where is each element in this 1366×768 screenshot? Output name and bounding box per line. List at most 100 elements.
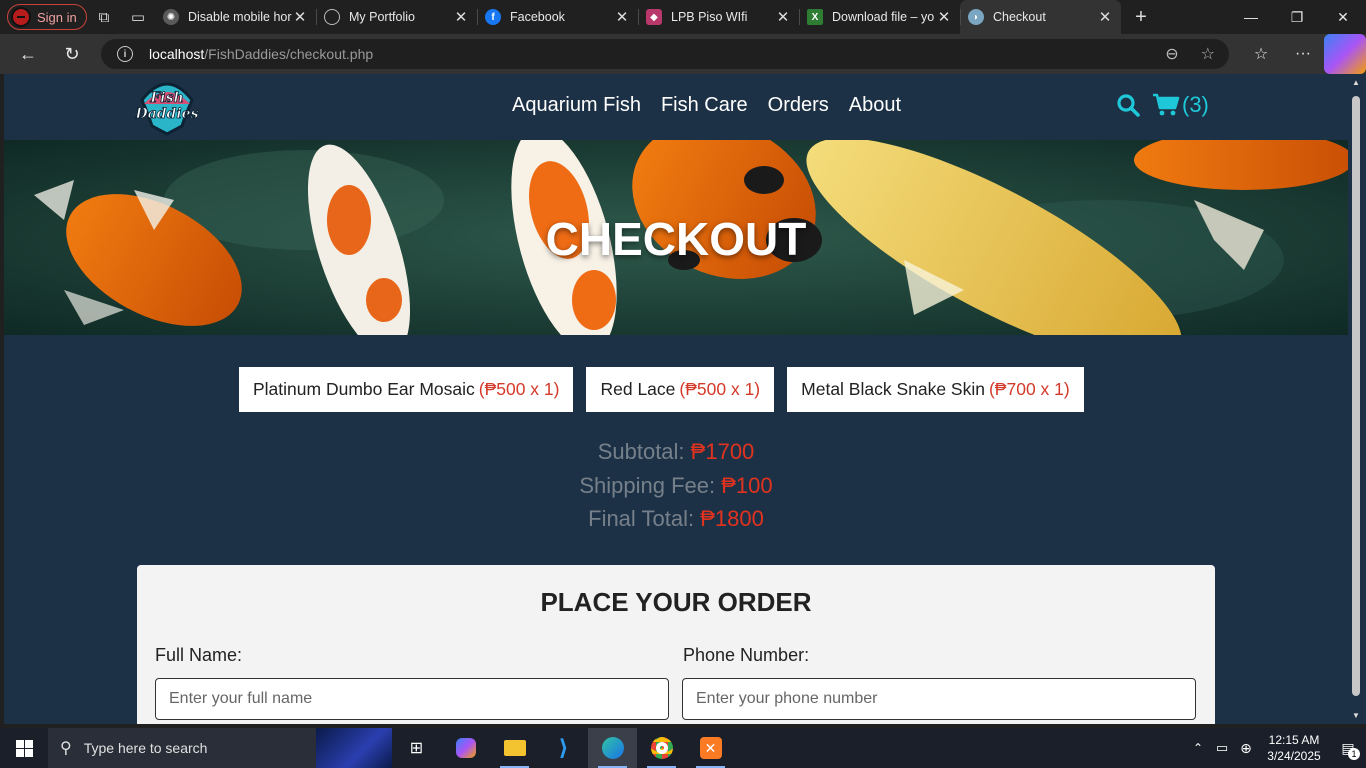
main-nav: Aquarium Fish Fish Care Orders About — [512, 94, 901, 117]
shipping-fee-amount: ₱100 — [721, 473, 773, 498]
fish-daddies-logo[interactable]: Fish Daddies — [134, 74, 200, 136]
subtotal-row: Subtotal: ₱1700 — [4, 439, 1348, 465]
nav-about[interactable]: About — [849, 94, 901, 117]
restore-icon[interactable]: ❐ — [1274, 0, 1320, 34]
copilot-icon[interactable] — [1324, 34, 1366, 74]
browser-toolbar: ← ↻ i localhost/FishDaddies/checkout.php… — [0, 34, 1366, 74]
clock-date: 3/24/2025 — [1267, 749, 1321, 763]
cart-item-price: (₱700 x 1) — [988, 379, 1070, 399]
final-total-row: Final Total: ₱1800 — [4, 506, 1348, 532]
battery-icon[interactable]: ▭ — [1210, 740, 1234, 756]
close-icon[interactable]: ✕ — [292, 8, 308, 26]
cart-item-name: Platinum Dumbo Ear Mosaic — [253, 379, 475, 399]
tab-disable-mobile[interactable]: ✺ Disable mobile hor ✕ — [155, 0, 316, 34]
more-menu-icon[interactable]: ··· — [1282, 34, 1324, 74]
xampp-icon[interactable]: ✕ — [686, 728, 735, 768]
tab-title: Download file – yo — [832, 10, 935, 24]
copilot-app-icon[interactable] — [441, 728, 490, 768]
cart-items-list: Platinum Dumbo Ear Mosaic (₱500 x 1) Red… — [239, 367, 1084, 412]
vscode-icon[interactable]: ⟩ — [539, 728, 588, 768]
facebook-icon: f — [485, 9, 501, 25]
taskbar-clock[interactable]: 12:15 AM 3/24/2025 — [1258, 732, 1330, 764]
windows-taskbar: ⚲ Type here to search ⊞ ⟩ ✕ ⌃ ▭ ⊕ 12:15 … — [0, 728, 1366, 768]
cart-item-name: Red Lace — [600, 379, 676, 399]
profile-signin-button[interactable]: Sign in — [7, 4, 87, 30]
full-name-input[interactable] — [155, 678, 669, 720]
close-icon[interactable]: ✕ — [453, 8, 469, 26]
cart-count: (3) — [1182, 92, 1209, 117]
tab-title: Checkout — [993, 10, 1046, 24]
header-actions: (3) — [1116, 92, 1209, 118]
minimize-icon[interactable]: — — [1228, 0, 1274, 34]
page-title: CHECKOUT — [545, 213, 807, 265]
page-viewport: Fish Daddies Aquarium Fish Fish Care Ord… — [4, 74, 1348, 724]
phone-number-label: Phone Number: — [683, 645, 810, 665]
cart-item-name: Metal Black Snake Skin — [801, 379, 985, 399]
search-icon[interactable] — [1116, 93, 1140, 117]
back-icon[interactable]: ← — [6, 34, 50, 74]
file-explorer-icon[interactable] — [490, 728, 539, 768]
workspaces-icon[interactable]: ⧉ — [87, 0, 121, 34]
chrome-icon[interactable] — [637, 728, 686, 768]
new-tab-button[interactable]: + — [1121, 6, 1161, 29]
system-tray: ⌃ ▭ ⊕ 12:15 AM 3/24/2025 ▤ 1 — [1186, 728, 1366, 768]
scroll-down-icon[interactable]: ▼ — [1352, 711, 1360, 720]
nav-orders[interactable]: Orders — [768, 94, 829, 117]
close-icon[interactable]: ✕ — [775, 8, 791, 26]
taskbar-search-placeholder: Type here to search — [83, 740, 208, 756]
openai-icon: ✺ — [163, 9, 179, 25]
nav-fish-care[interactable]: Fish Care — [661, 94, 748, 117]
shipping-fee-label: Shipping Fee: — [579, 473, 716, 498]
site-header: Fish Daddies Aquarium Fish Fish Care Ord… — [4, 74, 1348, 140]
close-icon[interactable]: ✕ — [1097, 8, 1113, 26]
place-order-form: PLACE YOUR ORDER Full Name: Phone Number… — [137, 565, 1215, 724]
close-window-icon[interactable]: ✕ — [1320, 0, 1366, 34]
tab-my-portfolio[interactable]: My Portfolio ✕ — [316, 0, 477, 34]
window-controls: — ❐ ✕ — [1228, 0, 1366, 34]
cart-item: Platinum Dumbo Ear Mosaic (₱500 x 1) — [239, 367, 574, 412]
cart-icon — [1153, 93, 1180, 116]
scroll-up-icon[interactable]: ▲ — [1352, 78, 1360, 87]
network-globe-icon[interactable]: ⊕ — [1234, 740, 1258, 757]
tab-facebook[interactable]: f Facebook ✕ — [477, 0, 638, 34]
close-icon[interactable]: ✕ — [614, 8, 630, 26]
order-form-title: PLACE YOUR ORDER — [540, 587, 812, 617]
cart-item-price: (₱500 x 1) — [478, 379, 560, 399]
wifi-icon: ◆ — [646, 9, 662, 25]
show-hidden-icons-icon[interactable]: ⌃ — [1186, 741, 1210, 755]
cart-item-price: (₱500 x 1) — [679, 379, 761, 399]
zoom-icon[interactable]: ⊖ — [1165, 44, 1178, 64]
favorite-star-icon[interactable]: ☆ — [1201, 44, 1215, 64]
subtotal-label: Subtotal: — [597, 439, 685, 464]
scrollbar-thumb[interactable] — [1352, 96, 1360, 696]
tab-checkout[interactable]: ◗ Checkout ✕ — [960, 0, 1121, 34]
nav-aquarium-fish[interactable]: Aquarium Fish — [512, 94, 641, 117]
close-icon[interactable]: ✕ — [936, 8, 952, 26]
tab-download-file[interactable]: X Download file – yo ✕ — [799, 0, 960, 34]
tab-strip: Sign in ⧉ ▭ ✺ Disable mobile hor ✕ My Po… — [0, 0, 1366, 34]
tab-title: Facebook — [510, 10, 565, 24]
taskbar-search[interactable]: ⚲ Type here to search — [48, 728, 392, 768]
download-icon: X — [807, 9, 823, 25]
logo-text-fish: Fish — [149, 90, 183, 106]
start-button[interactable] — [0, 728, 48, 768]
tab-title: Disable mobile hor — [188, 10, 292, 24]
tab-lpb-piso-wifi[interactable]: ◆ LPB Piso WIfi ✕ — [638, 0, 799, 34]
notification-center-button[interactable]: ▤ 1 — [1330, 740, 1366, 760]
task-view-icon[interactable]: ⊞ — [392, 728, 441, 768]
site-info-icon[interactable]: i — [117, 46, 133, 62]
edge-browser-icon[interactable] — [588, 728, 637, 768]
tab-title: My Portfolio — [349, 10, 415, 24]
refresh-icon[interactable]: ↻ — [50, 34, 94, 74]
url-host: localhost — [149, 46, 205, 62]
tab-actions-icon[interactable]: ▭ — [121, 0, 155, 34]
signin-label: Sign in — [37, 9, 77, 25]
search-highlight-image — [316, 728, 392, 768]
favorites-icon[interactable]: ☆ — [1240, 34, 1282, 74]
cart-button[interactable]: (3) — [1152, 92, 1209, 118]
page-scrollbar[interactable]: ▲ ▼ — [1348, 74, 1366, 724]
address-bar[interactable]: i localhost/FishDaddies/checkout.php ⊖ ☆ — [101, 39, 1229, 69]
avatar-icon — [11, 7, 31, 27]
phone-number-input[interactable] — [682, 678, 1196, 720]
fish-icon: ◗ — [968, 9, 984, 25]
